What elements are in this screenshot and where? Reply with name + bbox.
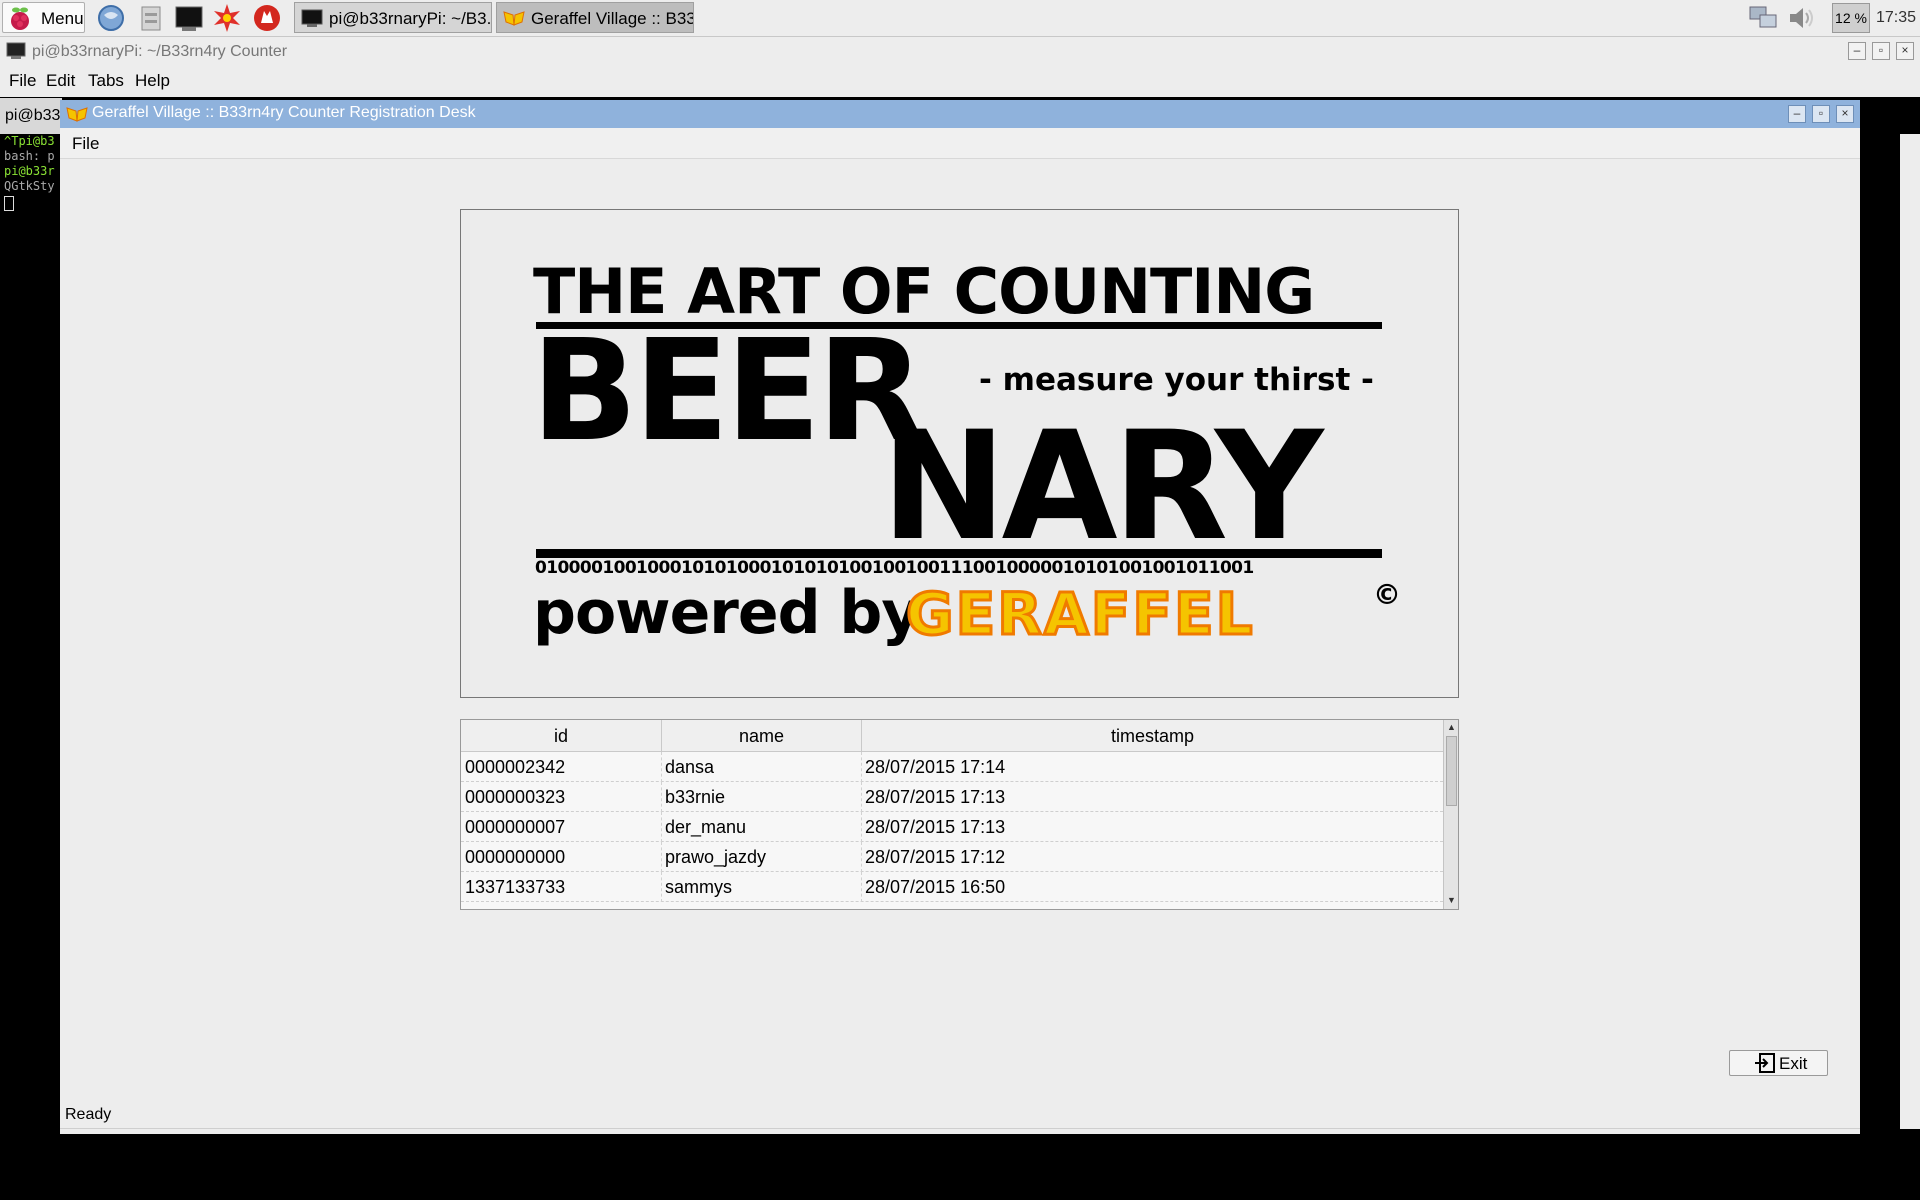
cell-id: 0000002342 (465, 757, 566, 777)
table-row[interactable]: 0000000000 prawo_jazdy 28/07/2015 17:12 (461, 842, 1443, 872)
terminal-title-bar: pi@b33rnaryPi: ~/B33rn4ry Counter (0, 37, 1920, 67)
cell-name: dansa (665, 757, 715, 777)
file-manager-icon[interactable] (136, 3, 166, 33)
cell-timestamp: 28/07/2015 16:50 (865, 877, 1006, 897)
table-scrollbar[interactable]: ▲ ▼ (1443, 720, 1458, 909)
raspberry-icon (11, 7, 29, 30)
scroll-up-arrow-icon[interactable]: ▲ (1446, 722, 1457, 733)
menu-label: Menu (41, 9, 84, 28)
terminal-menu-tabs[interactable]: Tabs (88, 71, 124, 91)
task-label: pi@b33rnaryPi: ~/B3... (329, 9, 492, 28)
cell-timestamp: 28/07/2015 17:13 (865, 787, 1006, 807)
volume-icon[interactable] (1786, 3, 1816, 33)
geraffel-icon (503, 11, 525, 26)
column-header-timestamp[interactable]: timestamp (862, 720, 1443, 752)
terminal-icon (6, 42, 26, 59)
taskbar: Menu pi@b33rnaryPi: ~/B3... Geraffel Vil… (0, 0, 1920, 37)
logo-binary: 0100001001000101010001010101001001001110… (535, 558, 1254, 578)
terminal-line: pi@b33r (4, 164, 55, 178)
cell-name: der_manu (665, 817, 747, 837)
cell-timestamp: 28/07/2015 17:13 (865, 817, 1006, 837)
desktop-background (0, 1134, 1920, 1200)
clock[interactable]: 17:35 (1876, 9, 1916, 27)
terminal-menubar: File Edit Tabs Help (0, 67, 1920, 97)
browser-icon[interactable] (96, 3, 126, 33)
cell-timestamp: 28/07/2015 17:14 (865, 757, 1006, 777)
registration-table[interactable]: id name timestamp 0000002342 dansa 28/07… (460, 719, 1459, 910)
exit-icon (1755, 1053, 1775, 1073)
app-minimize-button[interactable]: – (1788, 105, 1806, 123)
math-icon[interactable] (212, 3, 242, 33)
logo-powered-by: powered by (533, 578, 920, 648)
terminal-close-button[interactable]: × (1896, 42, 1914, 60)
cell-timestamp: 28/07/2015 17:12 (865, 847, 1006, 867)
exit-label: Exit (1779, 1054, 1808, 1073)
terminal-minimize-button[interactable]: – (1848, 42, 1866, 60)
cell-id: 0000000007 (465, 817, 566, 837)
terminal-line: bash: p (4, 149, 55, 163)
column-header-id[interactable]: id (461, 720, 662, 752)
exit-button[interactable]: Exit (1729, 1050, 1828, 1076)
cell-id: 1337133733 (465, 877, 566, 897)
table-row[interactable]: 0000002342 dansa 28/07/2015 17:14 (461, 752, 1443, 782)
network-icon[interactable] (1748, 3, 1778, 33)
geraffel-icon (66, 107, 88, 122)
table-row[interactable]: 0000000007 der_manu 28/07/2015 17:13 (461, 812, 1443, 842)
logo-beer: BEER (531, 310, 925, 473)
terminal-scrollbar[interactable] (1900, 134, 1920, 1129)
terminal-line: ^Tpi@b3 (4, 134, 55, 148)
cell-name: sammys (665, 877, 732, 897)
terminal-maximize-button[interactable]: ▫ (1872, 42, 1890, 60)
app-title: Geraffel Village :: B33rn4ry Counter Reg… (92, 104, 476, 121)
taskbar-task-terminal[interactable]: pi@b33rnaryPi: ~/B3... (294, 2, 492, 33)
terminal-cursor (4, 196, 14, 211)
terminal-tab-label: pi@b33 (5, 107, 61, 124)
table-row[interactable]: 1337133733 sammys 28/07/2015 16:50 (461, 872, 1443, 902)
logo-copyright: © (1373, 578, 1401, 611)
cell-id: 0000000323 (465, 787, 566, 807)
terminal-menu-help[interactable]: Help (135, 71, 170, 91)
menu-button[interactable]: Menu (2, 2, 85, 33)
app-menubar: File (60, 128, 1860, 159)
terminal-icon (301, 9, 323, 27)
app-close-button[interactable]: × (1836, 105, 1854, 123)
terminal-title: pi@b33rnaryPi: ~/B33rn4ry Counter (32, 43, 288, 60)
task-label: Geraffel Village :: B33... (531, 9, 694, 28)
scroll-down-arrow-icon[interactable]: ▼ (1446, 895, 1457, 906)
app-menu-file[interactable]: File (72, 134, 99, 154)
cell-name: prawo_jazdy (665, 847, 767, 867)
app-maximize-button[interactable]: ▫ (1812, 105, 1830, 123)
cell-id: 0000000000 (465, 847, 566, 867)
terminal-icon[interactable] (174, 3, 204, 33)
terminal-line: QGtkSty (4, 179, 55, 193)
cell-name: b33rnie (665, 787, 726, 807)
column-header-name[interactable]: name (662, 720, 862, 752)
logo-nary: NARY (881, 400, 1324, 574)
scroll-thumb[interactable] (1446, 736, 1457, 806)
logo-banner: THE ART OF COUNTING BEER - measure your … (460, 209, 1459, 698)
terminal-menu-edit[interactable]: Edit (46, 71, 75, 91)
terminal-tab[interactable]: pi@b33 (0, 98, 62, 134)
terminal-output[interactable]: ^Tpi@b3 bash: p pi@b33r QGtkSty (0, 134, 60, 1134)
app-title-bar[interactable]: Geraffel Village :: B33rn4ry Counter Reg… (60, 100, 1860, 128)
taskbar-task-geraffel[interactable]: Geraffel Village :: B33... (496, 2, 694, 33)
logo-tagline: - measure your thirst - (979, 362, 1374, 398)
status-text: Ready (65, 1106, 112, 1123)
terminal-menu-file[interactable]: File (9, 71, 36, 91)
cpu-monitor[interactable]: 12 % (1832, 3, 1870, 33)
logo-rule (536, 549, 1382, 558)
wolfram-icon[interactable] (252, 3, 282, 33)
geraffel-logo: GERAFFEL (905, 579, 1255, 650)
table-row[interactable]: 0000000323 b33rnie 28/07/2015 17:13 (461, 782, 1443, 812)
